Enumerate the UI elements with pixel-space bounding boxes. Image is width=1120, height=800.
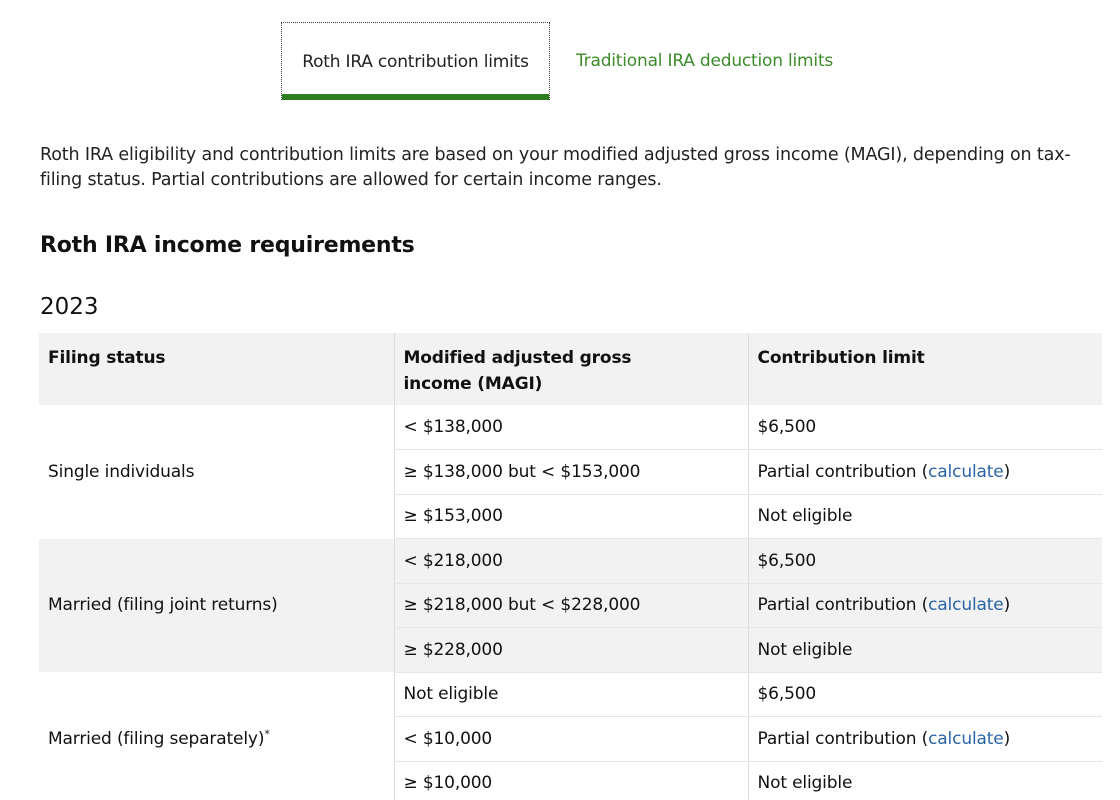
limit-prefix: Partial contribution ( <box>757 728 929 749</box>
header-magi: Modified adjusted gross income (MAGI) <box>393 333 748 405</box>
limit-suffix: ) <box>1003 595 1011 616</box>
magi-cell: < $10,000 <box>393 716 748 762</box>
limit-suffix: ) <box>1003 461 1011 482</box>
contribution-limit-cell: Not eligible <box>747 761 1102 800</box>
header-magi-label: Modified adjusted gross income (MAGI) <box>403 348 632 394</box>
contribution-limit-cell: $6,500 <box>747 538 1102 584</box>
filing-status-cell: Married (filing joint returns) <box>39 538 394 672</box>
header-filing-status: Filing status <box>39 333 394 405</box>
table-row: Married (filing joint returns) < $218,000… <box>39 538 1102 672</box>
magi-cell: ≥ $153,000 <box>393 494 748 539</box>
tab-label: Traditional IRA deduction limits <box>576 51 834 71</box>
filing-status-label: Married (filing joint returns) <box>48 595 278 616</box>
contribution-limit-cell: $6,500 <box>747 672 1102 717</box>
section-title: Roth IRA income requirements <box>40 233 415 258</box>
contribution-limit-cell: Not eligible <box>747 627 1102 673</box>
table-body: Single individuals < $138,000 $6,500 ≥ $138… <box>39 405 1102 800</box>
calculate-link[interactable]: calculate <box>928 729 1004 749</box>
filing-status-label: Married (filing separately) <box>48 728 265 749</box>
table-header-row: Filing status Modified adjusted gross in… <box>39 333 1102 405</box>
magi-cell: < $138,000 <box>393 405 748 450</box>
contribution-limit-cell: Partial contribution (calculate) <box>747 716 1102 762</box>
limit-prefix: Partial contribution ( <box>757 595 929 616</box>
intro-paragraph: Roth IRA eligibility and contribution li… <box>40 145 1071 190</box>
tab-bar: Roth IRA contribution limits Traditional… <box>281 22 859 100</box>
contribution-limit-cell: Partial contribution (calculate) <box>747 449 1102 495</box>
table-row: Single individuals < $138,000 $6,500 <box>39 405 1102 482</box>
tab-traditional-ira-deduction-limits[interactable]: Traditional IRA deduction limits <box>550 22 859 100</box>
magi-cell: ≥ $10,000 <box>393 761 748 800</box>
tab-label: Roth IRA contribution limits <box>302 51 529 72</box>
contribution-limit-cell: Not eligible <box>747 494 1102 539</box>
tab-roth-ira-contribution-limits[interactable]: Roth IRA contribution limits <box>281 22 550 100</box>
table-row: Married (filing separately)* Not eligible… <box>39 672 1102 749</box>
page: Roth IRA contribution limits Traditional… <box>0 0 1120 800</box>
magi-cell: ≥ $138,000 but < $153,000 <box>393 449 748 495</box>
filing-status-cell: Single individuals <box>39 405 394 539</box>
calculate-link[interactable]: calculate <box>928 595 1004 615</box>
magi-cell: < $218,000 <box>393 538 748 584</box>
income-requirements-table: Filing status Modified adjusted gross in… <box>39 333 1102 800</box>
year-heading: 2023 <box>40 294 99 320</box>
footnote-marker: * <box>264 727 270 741</box>
calculate-link[interactable]: calculate <box>928 462 1004 482</box>
filing-status-label: Single individuals <box>48 461 195 482</box>
magi-cell: ≥ $228,000 <box>393 627 748 673</box>
header-contribution-limit: Contribution limit <box>747 333 1102 405</box>
magi-cell: Not eligible <box>393 672 748 717</box>
magi-cell: ≥ $218,000 but < $228,000 <box>393 583 748 628</box>
filing-status-cell: Married (filing separately)* <box>39 672 394 800</box>
limit-prefix: Partial contribution ( <box>757 461 929 482</box>
contribution-limit-cell: $6,500 <box>747 405 1102 450</box>
limit-suffix: ) <box>1003 728 1011 749</box>
contribution-limit-cell: Partial contribution (calculate) <box>747 583 1102 628</box>
